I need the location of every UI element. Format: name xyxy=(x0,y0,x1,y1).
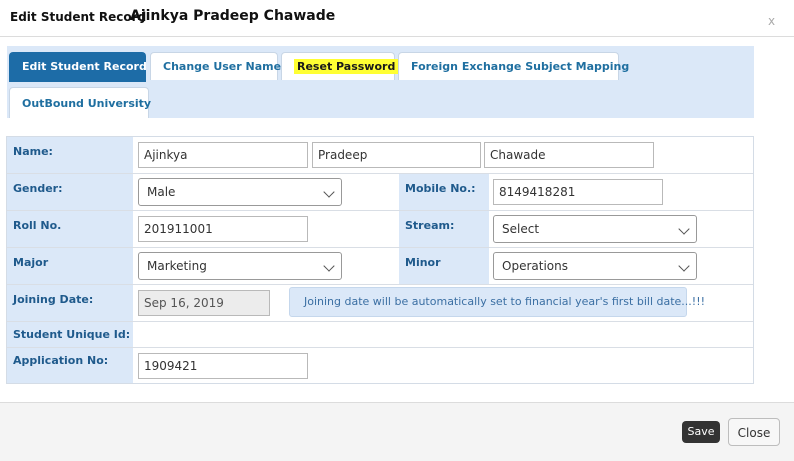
roll-label: Roll No. xyxy=(7,211,133,247)
stream-value: Select xyxy=(502,222,540,236)
joining-date-label: Joining Date: xyxy=(7,285,133,321)
student-form: Name: Ajinkya Pradeep Chawade Gender: Ma… xyxy=(6,136,754,384)
save-button[interactable]: Save xyxy=(682,421,720,443)
unique-id-label: Student Unique Id: xyxy=(7,322,133,347)
name-label: Name: xyxy=(7,137,133,173)
row-unique-id: Student Unique Id: xyxy=(7,322,753,348)
row-gender-mobile: Gender: Male Mobile No.: 8149418281 xyxy=(7,174,753,211)
row-roll-stream: Roll No. 201911001 Stream: Select xyxy=(7,211,753,248)
tab-label: Foreign Exchange Subject Mapping xyxy=(411,60,630,73)
major-label: Major xyxy=(7,248,133,284)
application-label: Application No: xyxy=(7,348,133,383)
major-select[interactable]: Marketing xyxy=(138,252,342,280)
dialog-titlebar: Edit Student Record Ajinkya Pradeep Chaw… xyxy=(0,0,794,37)
tab-foreign-exchange-subject-mapping[interactable]: Foreign Exchange Subject Mapping xyxy=(398,52,629,80)
application-field[interactable]: 1909421 xyxy=(138,353,308,379)
gender-value: Male xyxy=(147,185,176,199)
tab-change-user-name[interactable]: Change User Name xyxy=(150,52,282,80)
tab-bar: Edit Student Record Change User Name Res… xyxy=(7,46,754,118)
close-button[interactable]: Close xyxy=(728,418,780,446)
gender-label: Gender: xyxy=(7,174,133,210)
dialog-title: Edit Student Record xyxy=(10,10,147,24)
row-major-minor: Major Marketing Minor Operations xyxy=(7,248,753,285)
row-joining-date: Joining Date: Sep 16, 2019 Joining date … xyxy=(7,285,753,322)
mobile-field[interactable]: 8149418281 xyxy=(493,179,663,205)
stream-label: Stream: xyxy=(399,211,489,247)
row-name: Name: Ajinkya Pradeep Chawade xyxy=(7,137,753,174)
tab-label: Change User Name xyxy=(163,60,282,73)
minor-value: Operations xyxy=(502,259,568,273)
close-icon[interactable]: x xyxy=(768,14,775,28)
tab-label: Reset Password xyxy=(294,59,399,74)
chevron-down-icon xyxy=(678,223,690,235)
roll-field[interactable]: 201911001 xyxy=(138,216,308,242)
tab-label: Edit Student Record xyxy=(22,60,147,73)
tab-label: OutBound University xyxy=(22,97,152,110)
joining-date-info: Joining date will be automatically set t… xyxy=(289,287,705,317)
stream-select[interactable]: Select xyxy=(493,215,697,243)
chevron-down-icon xyxy=(678,260,690,272)
major-value: Marketing xyxy=(147,259,207,273)
gender-select[interactable]: Male xyxy=(138,178,342,206)
mobile-label: Mobile No.: xyxy=(399,174,489,210)
dialog-footer: Save Close xyxy=(0,402,794,461)
row-application: Application No: 1909421 xyxy=(7,348,753,383)
minor-label: Minor xyxy=(399,248,489,284)
middle-name-field[interactable]: Pradeep xyxy=(312,142,481,168)
tab-edit-student-record[interactable]: Edit Student Record xyxy=(9,52,147,82)
chevron-down-icon xyxy=(323,186,335,198)
chevron-down-icon xyxy=(323,260,335,272)
student-name-title: Ajinkya Pradeep Chawade xyxy=(130,8,336,24)
joining-date-field: Sep 16, 2019 xyxy=(138,290,270,316)
first-name-field[interactable]: Ajinkya xyxy=(138,142,308,168)
minor-select[interactable]: Operations xyxy=(493,252,697,280)
last-name-field[interactable]: Chawade xyxy=(484,142,654,168)
edit-student-dialog: Edit Student Record Ajinkya Pradeep Chaw… xyxy=(0,0,794,461)
tab-outbound-university[interactable]: OutBound University xyxy=(9,87,152,118)
tab-reset-password[interactable]: Reset Password xyxy=(281,52,399,80)
